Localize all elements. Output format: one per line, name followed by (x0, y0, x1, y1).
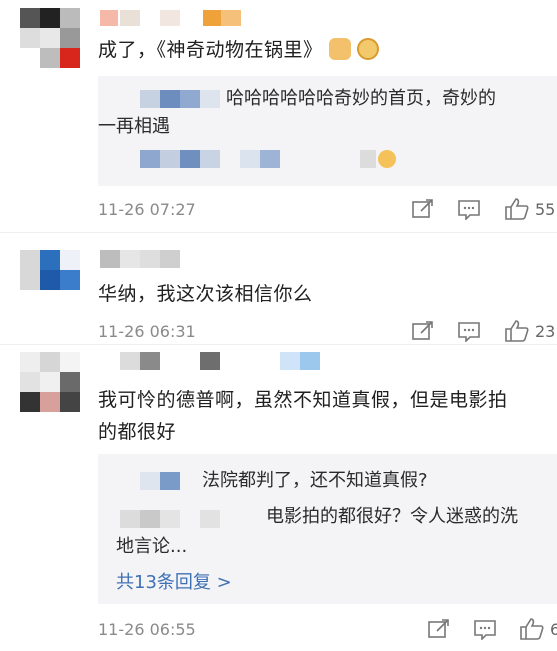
divider (0, 344, 557, 345)
comment-text-continued: 的都很好 (98, 421, 177, 443)
comment-icon[interactable] (474, 620, 496, 640)
like-count: 6 (550, 619, 557, 639)
reply-text: 法院都判了，还不知道真假? (202, 470, 428, 491)
comment-text: 成了，《神奇动物在锅里》 (98, 34, 379, 66)
like-button[interactable]: 23 (505, 320, 555, 342)
avatar[interactable] (20, 352, 80, 412)
reply-text: 哈哈哈哈哈哈奇妙的首页，奇妙的 (226, 88, 496, 109)
like-icon (505, 320, 529, 342)
avatar[interactable] (20, 250, 80, 290)
comment-icon[interactable] (458, 322, 480, 342)
comment-time: 11-26 06:55 (98, 620, 196, 639)
reply-text-continued: 一再相遇 (98, 116, 170, 137)
comment-icon[interactable] (458, 200, 480, 220)
like-button[interactable]: 6 (520, 618, 557, 640)
like-count: 23 (535, 321, 556, 341)
comment-text: 华纳，我这次该相信你么 (98, 283, 313, 305)
comment-time: 11-26 07:27 (98, 200, 196, 219)
divider (0, 232, 557, 233)
like-button[interactable]: 55 (505, 198, 555, 220)
like-icon (505, 198, 529, 220)
reply-text: 电影拍的都很好？令人迷惑的洗 (266, 506, 518, 527)
like-count: 55 (535, 199, 556, 219)
more-replies-link[interactable]: 共13条回复 > (116, 568, 232, 594)
thumbs-up-emoji (328, 38, 351, 60)
share-icon[interactable] (412, 199, 434, 219)
avatar[interactable] (20, 8, 80, 68)
comment-time: 11-26 06:31 (98, 322, 196, 341)
comment-text: 我可怜的德普啊，虽然不知道真假，但是电影拍 (98, 389, 508, 411)
doge-emoji (356, 38, 379, 60)
grin-emoji (378, 150, 396, 168)
share-icon[interactable] (412, 321, 434, 341)
reply-text-continued: 地言论... (116, 536, 188, 557)
like-icon (520, 618, 544, 640)
share-icon[interactable] (428, 619, 450, 639)
